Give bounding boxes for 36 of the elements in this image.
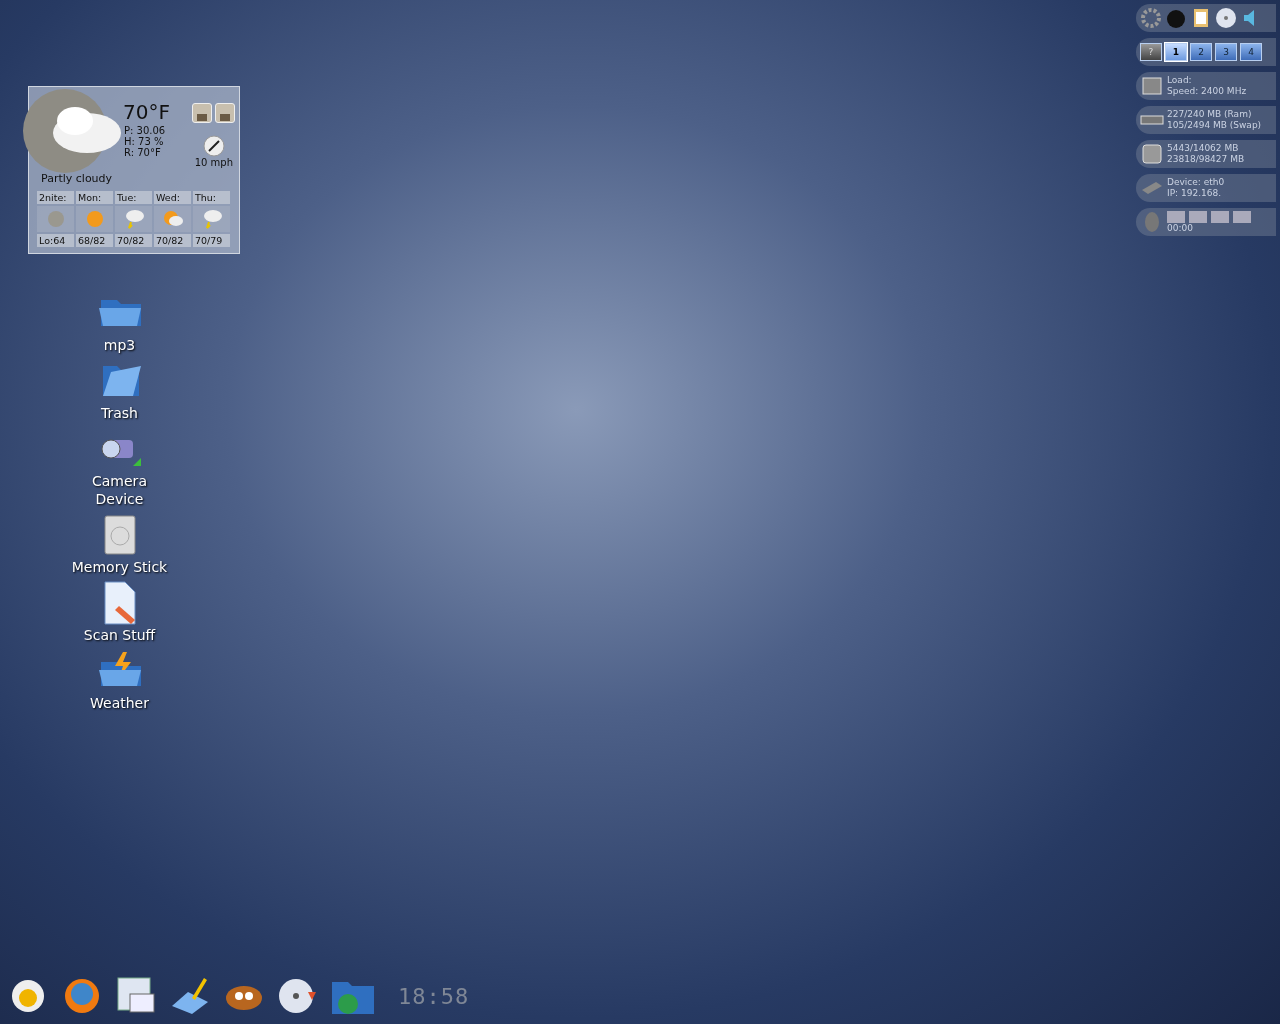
monitor-text: IP: 192.168. [1167, 188, 1223, 199]
clock-text: 18:58 [398, 982, 470, 1011]
desktop-pager-button[interactable]: 2 [1190, 43, 1212, 61]
forecast-temps: 70/82 [154, 234, 191, 247]
forecast-day: Tue: [115, 191, 152, 204]
monitor-text: 5443/14062 MB [1167, 143, 1240, 154]
forecast-day: 2nite: [37, 191, 74, 204]
forecast-day: Mon: [76, 191, 113, 204]
temperature-text: 70°F [123, 99, 170, 126]
condition-text: Partly cloudy [41, 171, 113, 187]
monitor-text: 227/240 MB (Ram) [1167, 109, 1253, 120]
camera-button[interactable] [215, 103, 235, 123]
forecast-temps: Lo:64 [37, 234, 74, 247]
forecast-temps: 68/82 [76, 234, 113, 247]
realfeel-text: R: 70°F [124, 147, 162, 158]
monitor-text: 00:00 [1167, 222, 1194, 234]
pressure-text: P: 30.06 [124, 125, 166, 136]
desktop-pager-button[interactable]: 1 [1165, 43, 1187, 61]
forecast-temps: 70/79 [193, 234, 230, 247]
monitor-text: 105/2494 MB (Swap) [1167, 120, 1262, 131]
monitor-text: 23818/98427 MB [1167, 154, 1245, 165]
forecast-day: Thu: [193, 191, 230, 204]
humidity-text: H: 73 % [124, 136, 165, 147]
wind-direction-icon [202, 135, 225, 157]
map-button[interactable] [192, 103, 212, 123]
wind-speed-text: 10 mph [194, 157, 233, 168]
gear-icon[interactable] [1140, 7, 1162, 29]
forecast-day: Wed: [154, 191, 191, 204]
monitor-text: Load: [1167, 75, 1193, 86]
desktop-pager-button[interactable]: 4 [1240, 43, 1262, 61]
desktop-pager-button[interactable]: 3 [1215, 43, 1237, 61]
cpu-chip-icon [1140, 74, 1164, 98]
disc-icon[interactable] [1215, 7, 1237, 29]
monitor-text: Device: eth0 [1167, 177, 1225, 188]
forecast-temps: 70/82 [115, 234, 152, 247]
monitor-text: Speed: 2400 MHz [1167, 86, 1247, 97]
